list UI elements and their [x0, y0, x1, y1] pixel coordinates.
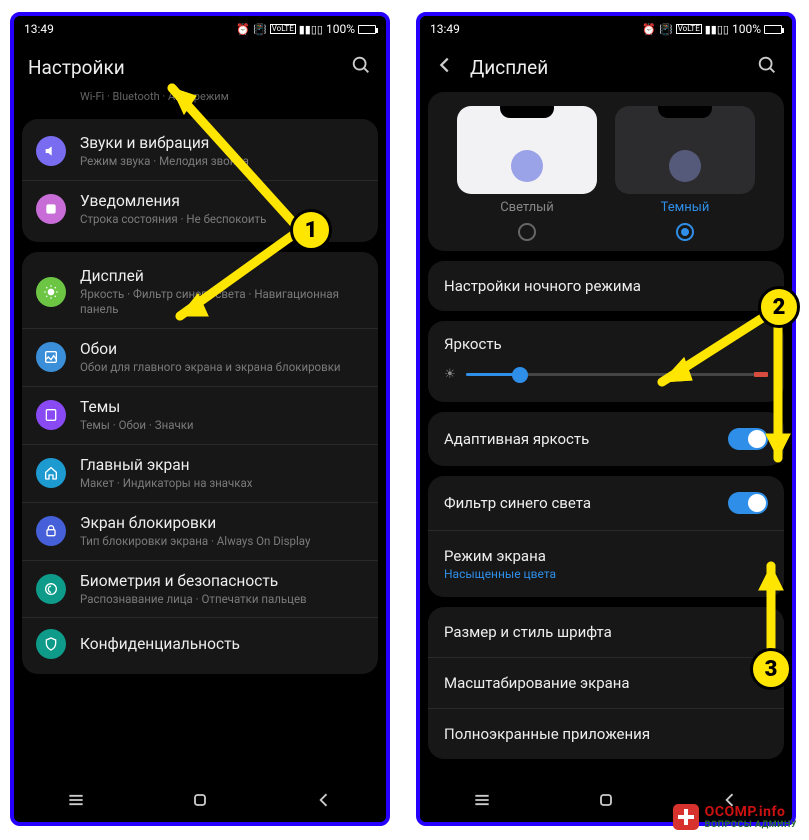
item-home-screen[interactable]: Главный экран Макет · Индикаторы на знач… — [22, 444, 378, 502]
brightness-max-marker — [754, 372, 768, 377]
title-bar: Дисплей — [420, 42, 792, 92]
item-wallpaper[interactable]: Обои Обои для главного экрана и экрана б… — [22, 328, 378, 386]
battery-pct: 100% — [732, 22, 761, 36]
row-night-mode[interactable]: Настройки ночного режима — [428, 261, 784, 311]
brightness-block: Яркость ☀ — [428, 321, 784, 402]
brightness-label: Яркость — [444, 335, 768, 353]
status-right: ⏰ 📳 VoLTE ▮▮▯▯ 100% — [642, 22, 782, 36]
radio-dark[interactable] — [676, 223, 694, 241]
biometrics-icon — [36, 574, 66, 604]
item-lock-screen[interactable]: Экран блокировки Тип блокировки экрана ·… — [22, 502, 378, 560]
status-bar: 13:49 ⏰ 📳 VoLTE ▮▮▯▯ 100% — [14, 16, 386, 42]
status-time: 13:49 — [430, 22, 460, 36]
notification-icon — [36, 194, 66, 224]
row-fullscreen-apps[interactable]: Полноэкранные приложения — [428, 708, 784, 759]
sound-icon — [36, 136, 66, 166]
nav-home[interactable] — [190, 790, 210, 814]
theme-dark-thumb — [615, 106, 755, 194]
item-sounds[interactable]: Звуки и вибрация Режим звука · Мелодия з… — [22, 123, 378, 180]
themes-icon — [36, 400, 66, 430]
signal-icon: ▮▮▯▯ — [299, 24, 323, 35]
lock-screen-icon — [36, 516, 66, 546]
nav-home[interactable] — [596, 790, 616, 814]
settings-list: Звуки и вибрация Режим звука · Мелодия з… — [14, 119, 386, 674]
vibrate-icon: 📳 — [253, 24, 267, 35]
alarm-icon: ⏰ — [642, 24, 656, 35]
theme-dark[interactable]: Темный — [615, 106, 755, 241]
group-adaptive: Адаптивная яркость — [428, 412, 784, 466]
group-font: Размер и стиль шрифта Масштабирование эк… — [428, 607, 784, 759]
wallpaper-icon — [36, 342, 66, 372]
home-screen-icon — [36, 458, 66, 488]
theme-light-thumb — [457, 106, 597, 194]
brightness-slider[interactable] — [466, 373, 768, 376]
phone-settings: 13:49 ⏰ 📳 VoLTE ▮▮▯▯ 100% Настройки Wi-F… — [10, 12, 390, 826]
group-filter: Фильтр синего света Режим экрана Насыщен… — [428, 476, 784, 597]
privacy-icon — [36, 629, 66, 659]
nav-back[interactable] — [314, 790, 334, 814]
page-title: Дисплей — [470, 56, 548, 79]
search-icon[interactable] — [350, 54, 372, 81]
theme-selector: Светлый Темный — [428, 92, 784, 251]
alarm-icon: ⏰ — [236, 24, 250, 35]
status-bar: 13:49 ⏰ 📳 VoLTE ▮▮▯▯ 100% — [420, 16, 792, 42]
nav-recents[interactable] — [472, 790, 492, 814]
status-time: 13:49 — [24, 22, 54, 36]
faded-connections-subtitle: Wi-Fi · Bluetooth · Авиарежим — [14, 90, 386, 117]
radio-light[interactable] — [518, 223, 536, 241]
nav-recents[interactable] — [66, 790, 86, 814]
battery-icon — [358, 25, 376, 34]
battery-icon — [764, 25, 782, 34]
toggle-adaptive[interactable] — [728, 428, 768, 450]
battery-pct: 100% — [326, 22, 355, 36]
watermark-logo — [673, 804, 699, 830]
settings-group-display: Дисплей Яркость · Фильтр синего света · … — [22, 252, 378, 675]
item-biometrics[interactable]: Биометрия и безопасность Распознавание л… — [22, 560, 378, 618]
group-night: Настройки ночного режима — [428, 261, 784, 311]
phone-display: 13:49 ⏰ 📳 VoLTE ▮▮▯▯ 100% Дисплей Светлы… — [416, 12, 796, 826]
signal-icon: ▮▮▯▯ — [705, 24, 729, 35]
search-icon[interactable] — [756, 54, 778, 81]
item-display[interactable]: Дисплей Яркость · Фильтр синего света · … — [22, 256, 378, 328]
back-icon[interactable] — [434, 54, 456, 81]
row-screen-mode[interactable]: Режим экрана Насыщенные цвета — [428, 530, 784, 597]
nav-bar — [14, 782, 386, 822]
title-bar: Настройки — [14, 42, 386, 92]
row-adaptive-brightness[interactable]: Адаптивная яркость — [428, 412, 784, 466]
toggle-blue-filter[interactable] — [728, 492, 768, 514]
sun-icon: ☀ — [444, 367, 456, 382]
volte-icon: VoLTE — [676, 24, 702, 34]
page-title: Настройки — [28, 56, 125, 79]
vibrate-icon: 📳 — [659, 24, 673, 35]
theme-light[interactable]: Светлый — [457, 106, 597, 241]
display-icon — [36, 277, 66, 307]
status-right: ⏰ 📳 VoLTE ▮▮▯▯ 100% — [236, 22, 376, 36]
item-notifications[interactable]: Уведомления Строка состояния · Не беспок… — [22, 180, 378, 238]
item-privacy[interactable]: Конфиденциальность — [22, 617, 378, 670]
settings-group-sound: Звуки и вибрация Режим звука · Мелодия з… — [22, 119, 378, 242]
watermark: OCOMP.info ВОПРОСЫ АДМИНУ — [673, 804, 797, 830]
volte-icon: VoLTE — [270, 24, 296, 34]
item-themes[interactable]: Темы Темы · Обои · Значки — [22, 386, 378, 444]
row-font[interactable]: Размер и стиль шрифта — [428, 607, 784, 657]
row-zoom[interactable]: Масштабирование экрана — [428, 657, 784, 708]
row-blue-filter[interactable]: Фильтр синего света — [428, 476, 784, 530]
